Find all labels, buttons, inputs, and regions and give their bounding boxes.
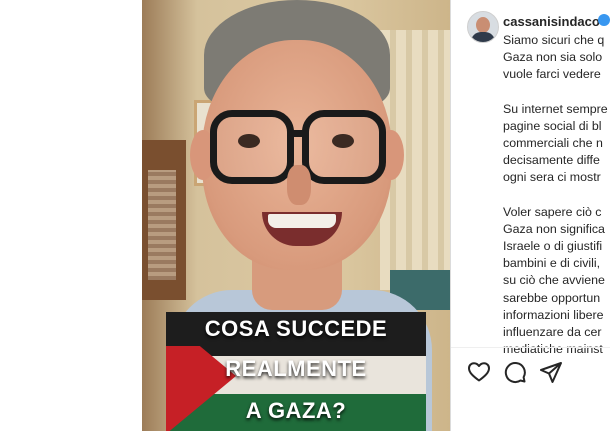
caption-line: commerciali che n [503, 136, 603, 151]
caption-line: bambini e di civili, [503, 256, 601, 271]
verified-badge-icon [598, 14, 610, 26]
caption-line: sarebbe opportun [503, 290, 601, 305]
post-side-panel: cassanisindaco Siamo sicuri che q Gaza n… [451, 0, 610, 431]
caption-line: Siamo sicuri che q [503, 33, 605, 47]
share-icon[interactable] [539, 360, 563, 384]
caption-line: Su internet sempre [503, 101, 608, 116]
cabinet-door [148, 170, 176, 280]
actions-separator [451, 347, 610, 348]
left-eye [238, 134, 260, 148]
wooden-cabinet [142, 140, 186, 300]
caption-line: Voler sapere ciò c [503, 204, 602, 219]
caption-line: informazioni libere [503, 307, 604, 322]
comment-icon[interactable] [503, 360, 527, 384]
reel-video[interactable]: COSA SUCCEDE REALMENTE A GAZA? [142, 0, 450, 431]
teeth [268, 214, 336, 228]
caption-line: Israele o di giustifi [503, 239, 603, 254]
caption-paragraph-1: Siamo sicuri che q Gaza non sia solo vuo… [503, 32, 610, 84]
caption-line: ogni sera ci mostr [503, 170, 601, 185]
caption-line: influenzare da cer [503, 325, 602, 340]
caption-line: vuole farci vedere [503, 67, 601, 82]
avatar-face [476, 17, 490, 33]
glasses-bridge [287, 130, 309, 137]
caption-line: pagine social di bl [503, 118, 602, 133]
right-eye [332, 134, 354, 148]
overlay-line-3: A GAZA? [245, 398, 347, 423]
caption-paragraph-2: Su internet sempre pagine social di bl c… [503, 101, 610, 187]
left-background [0, 0, 142, 431]
caption-line: Gaza non sia solo [503, 50, 603, 65]
overlay-line-2: REALMENTE [225, 356, 367, 381]
caption-line: decisamente diffe [503, 153, 600, 168]
caption-paragraph-3: Voler sapere ciò c Gaza non significa Is… [503, 204, 610, 359]
caption-line: su ciò che avviene [503, 273, 605, 288]
heart-icon[interactable] [467, 360, 491, 384]
avatar[interactable] [467, 11, 499, 43]
nose [287, 165, 311, 205]
post-caption: Siamo sicuri che q Gaza non sia solo vuo… [503, 32, 610, 375]
overlay-line-1: COSA SUCCEDE [166, 312, 426, 346]
caption-line: mediatiche mainst [503, 342, 603, 357]
username-link[interactable]: cassanisindaco [503, 14, 600, 29]
caption-line: Gaza non significa [503, 221, 605, 236]
avatar-body [471, 32, 495, 42]
